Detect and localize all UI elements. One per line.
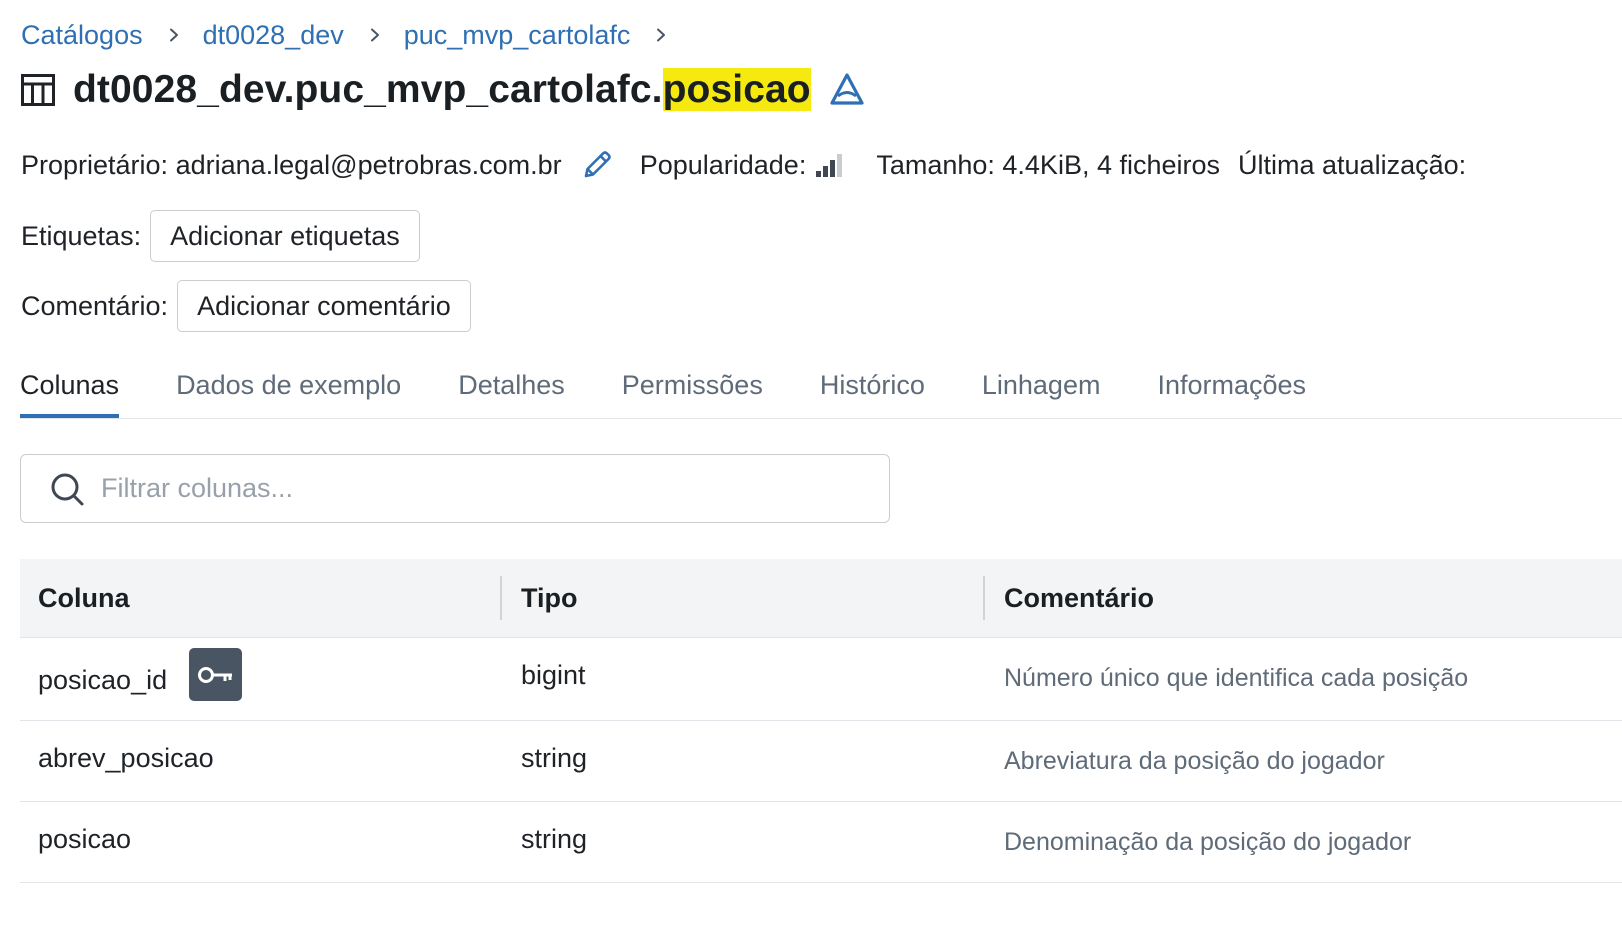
breadcrumb-catalogs[interactable]: Catálogos xyxy=(21,20,143,51)
comment-label: Comentário: xyxy=(21,290,169,321)
tab-bar: Colunas Dados de exemplo Detalhes Permis… xyxy=(20,360,1622,419)
tab-lineage[interactable]: Linhagem xyxy=(982,360,1101,417)
tab-insights[interactable]: Informações xyxy=(1157,360,1306,417)
add-tags-button[interactable]: Adicionar etiquetas xyxy=(150,210,420,262)
column-name: abrev_posicao xyxy=(38,743,214,773)
table-row: abrev_posicao string Abreviatura da posi… xyxy=(20,721,1622,802)
chevron-right-icon xyxy=(368,28,382,42)
search-icon xyxy=(51,473,84,505)
pencil-icon xyxy=(584,151,611,178)
page-title-prefix: dt0028_dev.puc_mvp_cartolafc. xyxy=(73,68,663,111)
table-header: Coluna Tipo Comentário xyxy=(20,559,1622,638)
size-text: Tamanho: 4.4KiB, 4 ficheiros xyxy=(876,149,1221,180)
tab-details[interactable]: Detalhes xyxy=(458,360,565,417)
tab-sample-data[interactable]: Dados de exemplo xyxy=(176,360,401,417)
page-title-row: dt0028_dev.puc_mvp_cartolafc.posicao xyxy=(20,62,865,118)
column-type: string xyxy=(521,824,588,854)
table-icon xyxy=(21,74,55,106)
tab-columns[interactable]: Colunas xyxy=(20,360,120,418)
tags-row: Etiquetas: Adicionar etiquetas xyxy=(21,210,420,262)
last-updated-text: Última atualização: xyxy=(1238,149,1467,180)
header-column[interactable]: Coluna xyxy=(38,583,130,614)
owner-text: Proprietário: adriana.legal@petrobras.co… xyxy=(21,149,562,180)
column-comment[interactable]: Número único que identifica cada posição xyxy=(1004,664,1468,693)
table-metadata: Proprietário: adriana.legal@petrobras.co… xyxy=(21,145,1466,185)
header-type[interactable]: Tipo xyxy=(521,583,578,614)
column-type: string xyxy=(521,743,588,773)
delta-icon xyxy=(830,73,864,105)
column-resize-handle[interactable] xyxy=(500,576,502,620)
table-row: posicao_id bigint Número único que ident… xyxy=(20,638,1622,721)
page-title: dt0028_dev.puc_mvp_cartolafc.posicao xyxy=(73,68,811,112)
key-icon xyxy=(197,666,232,683)
column-comment[interactable]: Abreviatura da posição do jogador xyxy=(1004,747,1385,776)
tags-label: Etiquetas: xyxy=(21,220,142,251)
filter-columns-field xyxy=(20,454,890,523)
table-row: posicao string Denominação da posição do… xyxy=(20,802,1622,883)
chevron-right-icon xyxy=(654,28,668,42)
primary-key-badge xyxy=(189,648,243,701)
column-name: posicao xyxy=(38,824,132,854)
tab-history[interactable]: Histórico xyxy=(820,360,925,417)
popularity-label: Popularidade: xyxy=(639,149,807,180)
edit-owner-button[interactable] xyxy=(580,148,614,182)
column-resize-handle[interactable] xyxy=(983,576,985,620)
tab-permissions[interactable]: Permissões xyxy=(622,360,763,417)
add-comment-button[interactable]: Adicionar comentário xyxy=(177,280,471,332)
column-type: bigint xyxy=(521,660,586,690)
column-name-cell: posicao xyxy=(38,824,131,855)
column-name: posicao_id xyxy=(38,665,168,695)
breadcrumb: Catálogos dt0028_dev puc_mvp_cartolafc xyxy=(21,16,690,54)
comment-row: Comentário: Adicionar comentário xyxy=(21,280,471,332)
header-comment[interactable]: Comentário xyxy=(1004,583,1154,614)
column-name-cell: abrev_posicao xyxy=(38,743,214,774)
catalog-table-page: Catálogos dt0028_dev puc_mvp_cartolafc d… xyxy=(0,0,1622,945)
column-name-cell: posicao_id xyxy=(38,648,243,701)
popularity-bars-icon xyxy=(816,154,843,177)
breadcrumb-schema[interactable]: puc_mvp_cartolafc xyxy=(404,20,631,51)
filter-columns-input[interactable] xyxy=(101,455,889,522)
page-title-highlight: posicao xyxy=(662,68,811,111)
breadcrumb-catalog[interactable]: dt0028_dev xyxy=(203,20,344,51)
columns-table: Coluna Tipo Comentário posicao_id bigint… xyxy=(20,559,1622,883)
column-comment[interactable]: Denominação da posição do jogador xyxy=(1004,828,1411,857)
chevron-right-icon xyxy=(167,28,181,42)
